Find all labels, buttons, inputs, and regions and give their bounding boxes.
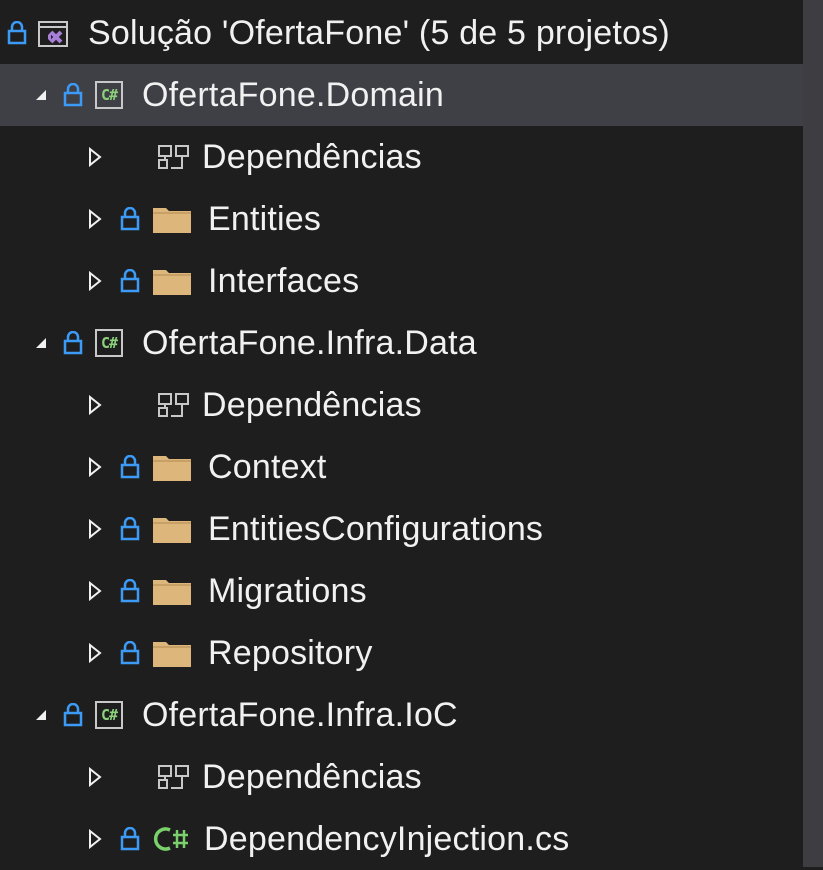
visual-studio-solution-icon [34,2,74,64]
expanded-arrow-icon[interactable] [26,312,56,374]
solution-node[interactable]: Solução 'OfertaFone' (5 de 5 projetos) [0,2,803,64]
folder-icon [150,498,194,560]
collapsed-arrow-icon[interactable] [80,374,110,436]
lock-icon [110,436,150,498]
dependencies-label: Dependências [202,386,422,424]
folder-label: EntitiesConfigurations [208,510,544,548]
file-node-dependency-injection[interactable]: DependencyInjection.cs [0,808,803,870]
folder-icon [150,560,194,622]
folder-label: Entities [208,200,322,238]
expanded-arrow-icon[interactable] [26,684,56,746]
folder-label: Repository [208,634,373,672]
dependencies-icon [154,746,194,808]
folder-label: Context [208,448,327,486]
expanded-arrow-icon[interactable] [26,64,56,126]
lock-icon [110,498,150,560]
project-node-domain[interactable]: C# OfertaFone.Domain [0,64,803,126]
solution-label: Solução 'OfertaFone' (5 de 5 projetos) [88,14,670,52]
csharp-file-icon [150,808,194,870]
csharp-project-icon: C# [90,684,128,746]
folder-icon [150,188,194,250]
lock-icon [0,2,34,64]
collapsed-arrow-icon[interactable] [80,436,110,498]
lock-icon [110,188,150,250]
project-label: OfertaFone.Domain [142,76,444,114]
collapsed-arrow-icon[interactable] [80,808,110,870]
project-label: OfertaFone.Infra.Data [142,324,477,362]
project-node-infra-data[interactable]: C# OfertaFone.Infra.Data [0,312,803,374]
folder-label: Interfaces [208,262,360,300]
collapsed-arrow-icon[interactable] [80,498,110,560]
folder-icon [150,436,194,498]
csharp-project-icon: C# [90,312,128,374]
dependencies-node[interactable]: Dependências [0,374,803,436]
folder-label: Migrations [208,572,367,610]
folder-node-interfaces[interactable]: Interfaces [0,250,803,312]
collapsed-arrow-icon[interactable] [80,560,110,622]
collapsed-arrow-icon[interactable] [80,126,110,188]
folder-node-migrations[interactable]: Migrations [0,560,803,622]
dependencies-icon [154,126,194,188]
project-node-infra-ioc[interactable]: C# OfertaFone.Infra.IoC [0,684,803,746]
lock-icon [56,64,90,126]
collapsed-arrow-icon[interactable] [80,188,110,250]
csharp-project-icon: C# [90,64,128,126]
dependencies-node[interactable]: Dependências [0,746,803,808]
dependencies-label: Dependências [202,758,422,796]
lock-icon [110,808,150,870]
collapsed-arrow-icon[interactable] [80,746,110,808]
lock-icon [110,622,150,684]
folder-node-entities[interactable]: Entities [0,188,803,250]
solution-explorer: Solução 'OfertaFone' (5 de 5 projetos) C… [0,0,803,867]
lock-icon [110,560,150,622]
lock-icon [56,684,90,746]
folder-icon [150,622,194,684]
dependencies-icon [154,374,194,436]
project-label: OfertaFone.Infra.IoC [142,696,458,734]
lock-icon [110,250,150,312]
vertical-scrollbar[interactable] [803,0,823,867]
dependencies-label: Dependências [202,138,422,176]
lock-icon [56,312,90,374]
collapsed-arrow-icon[interactable] [80,622,110,684]
folder-node-entities-configurations[interactable]: EntitiesConfigurations [0,498,803,560]
file-label: DependencyInjection.cs [204,820,570,858]
folder-icon [150,250,194,312]
dependencies-node[interactable]: Dependências [0,126,803,188]
folder-node-context[interactable]: Context [0,436,803,498]
collapsed-arrow-icon[interactable] [80,250,110,312]
folder-node-repository[interactable]: Repository [0,622,803,684]
